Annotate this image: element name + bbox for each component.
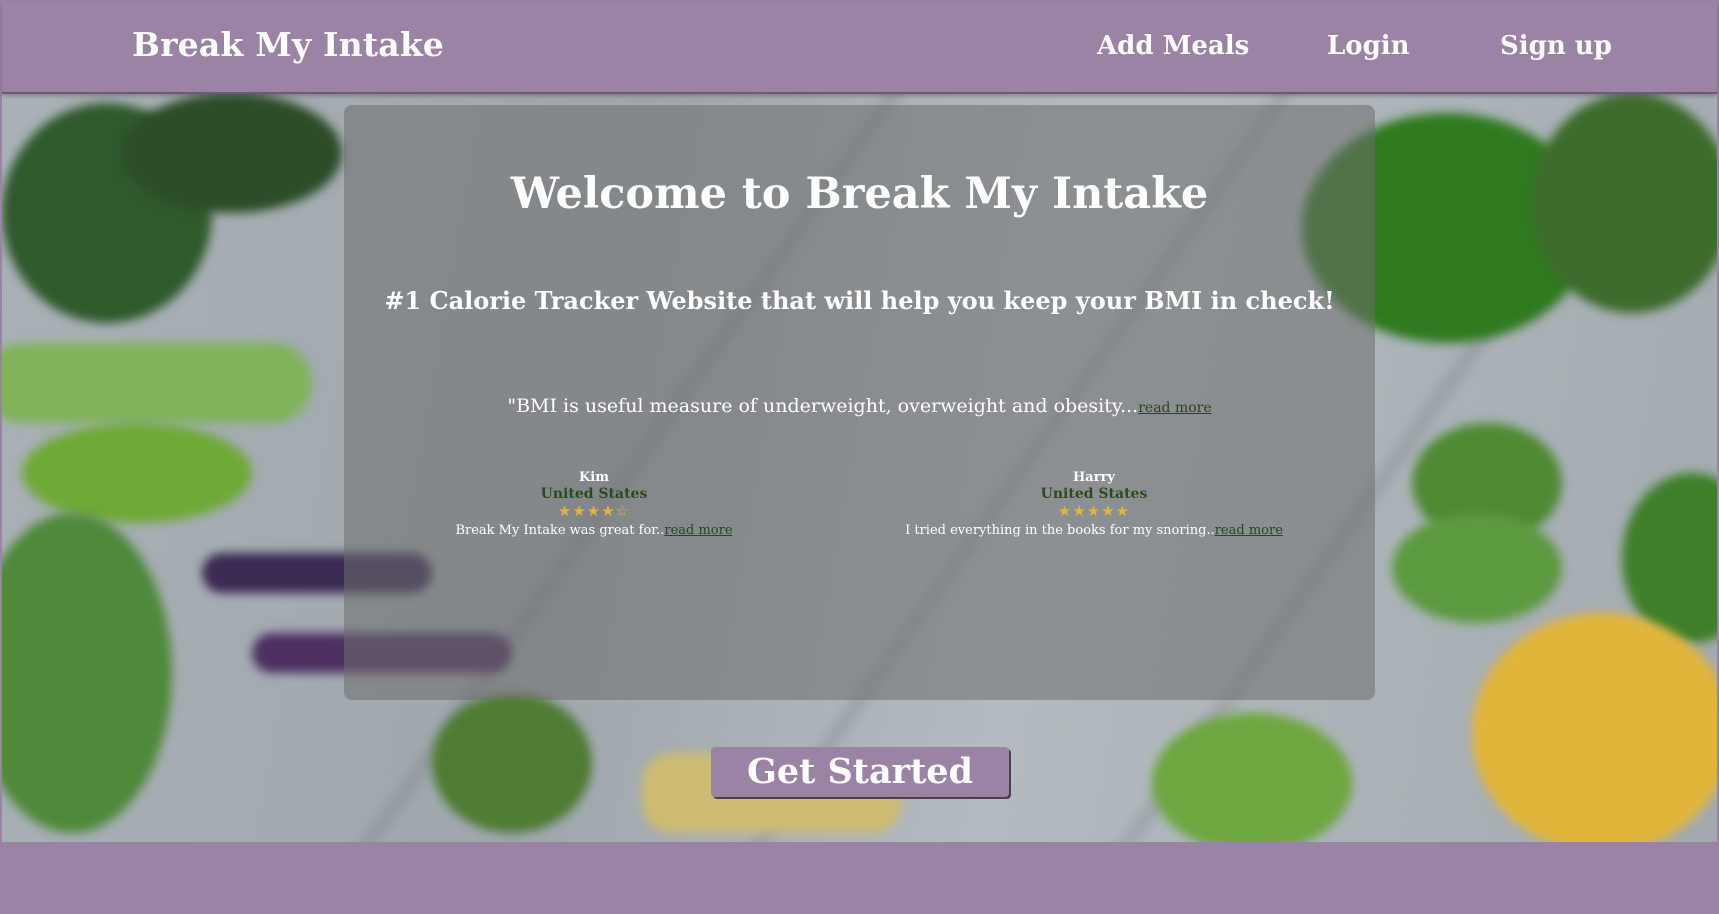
green-onion-image [2, 343, 312, 423]
review-read-more-link[interactable]: read more [1215, 523, 1283, 538]
bmi-quote: "BMI is useful measure of underweight, o… [344, 395, 1375, 417]
reviewer-name: Kim [579, 470, 609, 485]
cucumber-image [122, 93, 342, 213]
page-title: Welcome to Break My Intake [510, 169, 1209, 219]
review-card-kim: Kim United States ★★★★☆ Break My Intake … [384, 469, 804, 538]
top-navbar: Break My Intake Add Meals Login Sign up [2, 1, 1717, 94]
review-excerpt: I tried everything in the books for my s… [905, 523, 1215, 538]
review-text: I tried everything in the books for my s… [884, 523, 1304, 538]
quote-read-more-link[interactable]: read more [1138, 400, 1211, 416]
broccoli-image [2, 513, 172, 833]
reviewer-country: United States [1040, 486, 1148, 502]
nav-sign-up[interactable]: Sign up [1500, 31, 1612, 61]
review-card-harry: Harry United States ★★★★★ I tried everyt… [884, 469, 1304, 538]
brand-logo[interactable]: Break My Intake [132, 25, 444, 64]
lettuce-image [1152, 713, 1352, 842]
nav-add-meals[interactable]: Add Meals [1097, 31, 1249, 61]
nav-login[interactable]: Login [1327, 31, 1410, 61]
cucumber-slice-image [432, 693, 592, 833]
welcome-card: Welcome to Break My Intake #1 Calorie Tr… [344, 105, 1375, 700]
star-rating: ★★★★★ [1057, 502, 1131, 520]
footer-bar [0, 842, 1719, 914]
corn-image [1472, 613, 1717, 842]
bmi-quote-text: "BMI is useful measure of underweight, o… [507, 395, 1139, 417]
reviewer-country: United States [540, 486, 648, 502]
review-read-more-link[interactable]: read more [664, 523, 732, 538]
page-subtitle: #1 Calorie Tracker Website that will hel… [384, 286, 1335, 315]
review-excerpt: Break My Intake was great for.. [455, 523, 665, 538]
pepper-image [22, 423, 252, 523]
cucumber-slice-image [1392, 513, 1562, 623]
get-started-button[interactable]: Get Started [711, 747, 1009, 797]
star-rating: ★★★★☆ [557, 502, 631, 520]
review-text: Break My Intake was great for..read more [384, 523, 804, 538]
broccoli-image [1532, 93, 1717, 313]
reviewer-name: Harry [1073, 470, 1115, 485]
